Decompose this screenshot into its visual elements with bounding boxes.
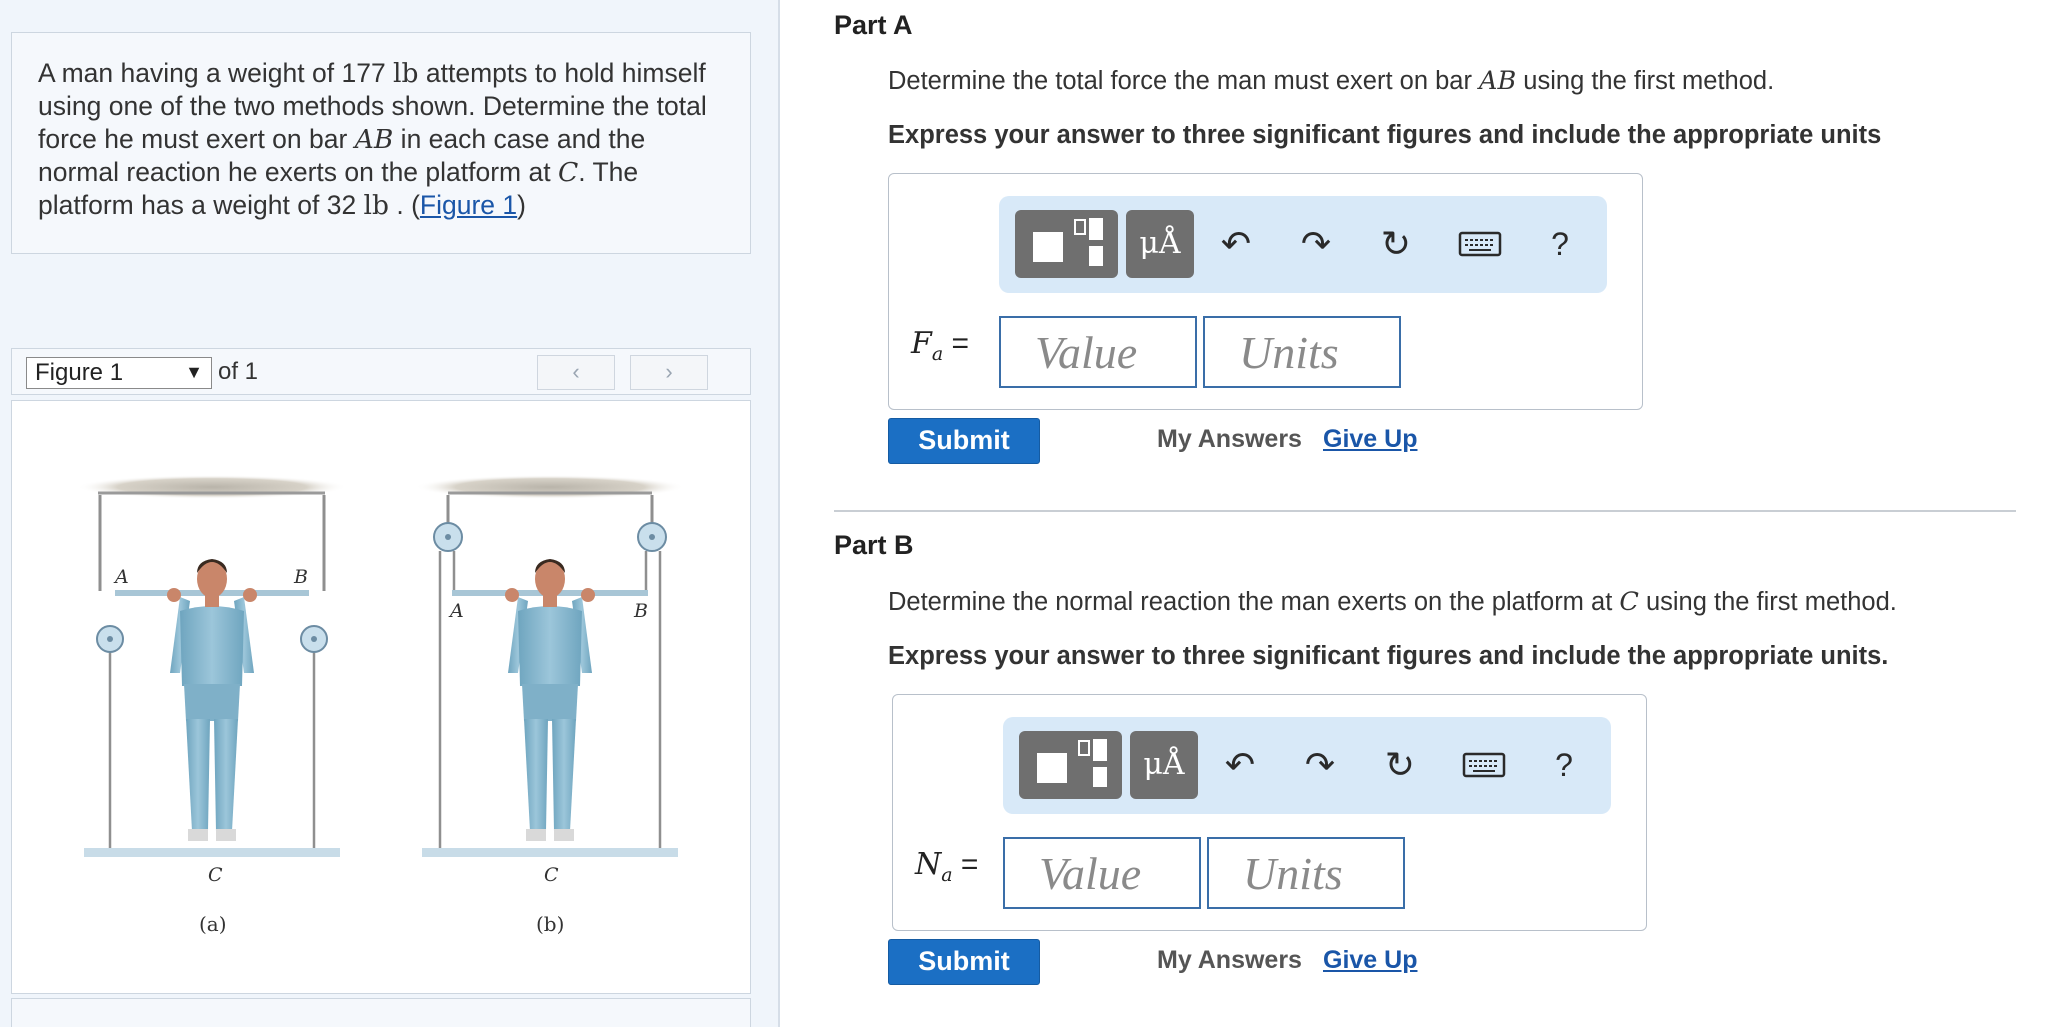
platform-b (422, 848, 678, 857)
pulley-right-b (637, 522, 667, 552)
part-a-title: Part A (834, 10, 913, 40)
problem-text-part: ) (517, 190, 526, 220)
part-a-my-answers-link[interactable]: My Answers (1157, 425, 1302, 454)
label-c: C (208, 864, 223, 886)
problem-statement-box: A man having a weight of 177 lb attempts… (11, 32, 751, 254)
part-a-question: Determine the total force the man must e… (888, 66, 1774, 96)
label-b: B (293, 566, 308, 588)
variable-subscript: a (941, 864, 953, 886)
unit-lb: lb (363, 190, 389, 221)
figure-select-value: Figure 1 (35, 359, 124, 386)
reset-icon[interactable]: ↻ (1375, 739, 1425, 791)
chevron-left-icon: ‹ (572, 359, 580, 384)
part-a-answer-box: μÅ ↶ ↷ ↻ ? Fa = (888, 173, 1643, 410)
keyboard-button[interactable] (1455, 218, 1505, 270)
pulley-right-a (300, 625, 328, 653)
ceiling-a (77, 475, 347, 499)
value-input[interactable] (999, 316, 1197, 388)
templates-button[interactable] (1015, 210, 1118, 278)
figure-illustration: A B C (a) A B C (b) (77, 475, 685, 936)
templates-icon (1037, 739, 1107, 787)
bar-ab-symbol: AB (354, 124, 394, 155)
value-input[interactable] (1003, 837, 1201, 909)
left-column: A man having a weight of 177 lb attempts… (0, 0, 780, 1027)
caption-b: (b) (536, 912, 564, 936)
part-a-submit-button[interactable]: Submit (888, 418, 1040, 464)
part-b-submit-button[interactable]: Submit (888, 939, 1040, 985)
templates-button[interactable] (1019, 731, 1122, 799)
keyboard-button[interactable] (1459, 739, 1509, 791)
variable-symbol: N (915, 847, 942, 882)
part-b-give-up-link[interactable]: Give Up (1323, 946, 1417, 975)
variable-symbol: F (911, 326, 932, 361)
variable-label-fa: Fa = (911, 326, 969, 365)
label-a: A (448, 600, 464, 622)
undo-icon[interactable]: ↶ (1215, 739, 1265, 791)
equals-sign: = (960, 848, 979, 881)
help-icon[interactable]: ? (1539, 739, 1589, 791)
ceiling-b (415, 475, 685, 499)
problem-text-part: . ( (389, 190, 420, 220)
pulley-left-b (433, 522, 463, 552)
part-divider (834, 510, 2016, 512)
keyboard-icon (1458, 231, 1502, 257)
variable-label-na: Na = (915, 847, 978, 886)
man-figure-a (167, 559, 257, 841)
question-text: Determine the normal reaction the man ex… (888, 588, 1620, 616)
part-b-instruction: Express your answer to three significant… (888, 642, 1889, 670)
variable-subscript: a (931, 343, 944, 365)
figure-b: A B C (b) (415, 475, 685, 936)
part-b-question: Determine the normal reaction the man ex… (888, 587, 1897, 617)
point-c-symbol: C (557, 157, 579, 188)
figure-a: A B C (a) (77, 475, 347, 936)
dropdown-arrow-icon: ▼ (185, 362, 203, 382)
platform-a (84, 848, 340, 857)
chevron-right-icon: › (665, 359, 673, 384)
caption-a: (a) (199, 912, 227, 936)
man-figure-b (505, 559, 595, 841)
part-a-give-up-link[interactable]: Give Up (1323, 425, 1417, 454)
problem-text-part: A man having a weight of 177 (38, 58, 394, 88)
equals-sign: = (951, 327, 970, 360)
figure-link[interactable]: Figure 1 (420, 190, 517, 220)
units-input[interactable] (1207, 837, 1405, 909)
templates-icon (1033, 218, 1103, 266)
part-a-instruction: Express your answer to three significant… (888, 121, 1882, 149)
figure-navigation-bar: Figure 1 ▼ of 1 ‹ › (11, 348, 751, 395)
question-text: using the first method. (1516, 67, 1775, 95)
question-text: Determine the total force the man must e… (888, 67, 1480, 95)
math-toolbar: μÅ ↶ ↷ ↻ ? (999, 196, 1607, 293)
figure-footer-strip (11, 998, 751, 1027)
units-button[interactable]: μÅ (1130, 731, 1198, 799)
next-figure-button[interactable]: › (630, 355, 708, 390)
undo-icon[interactable]: ↶ (1211, 218, 1261, 270)
keyboard-icon (1462, 752, 1506, 778)
figure-select[interactable]: Figure 1 ▼ (26, 357, 212, 389)
help-icon[interactable]: ? (1535, 218, 1585, 270)
part-b-title: Part B (834, 530, 914, 560)
figure-panel: A B C (a) A B C (b) (11, 400, 751, 994)
part-b-my-answers-link[interactable]: My Answers (1157, 946, 1302, 975)
unit-lb: lb (393, 58, 419, 89)
redo-icon[interactable]: ↷ (1291, 218, 1341, 270)
figure-count: of 1 (218, 358, 259, 385)
bar-ab-symbol: AB (1479, 66, 1517, 96)
units-input[interactable] (1203, 316, 1401, 388)
label-b: B (633, 600, 648, 622)
pulley-left-a (96, 625, 124, 653)
previous-figure-button[interactable]: ‹ (537, 355, 615, 390)
math-toolbar: μÅ ↶ ↷ ↻ ? (1003, 717, 1611, 814)
label-c: C (544, 864, 559, 886)
question-text: using the first method. (1638, 588, 1897, 616)
problem-text: A man having a weight of 177 lb attempts… (38, 57, 724, 222)
units-button[interactable]: μÅ (1126, 210, 1194, 278)
point-c-symbol: C (1619, 587, 1639, 617)
label-a: A (113, 566, 129, 588)
part-b-answer-box: μÅ ↶ ↷ ↻ ? Na = (892, 694, 1647, 931)
reset-icon[interactable]: ↻ (1371, 218, 1421, 270)
redo-icon[interactable]: ↷ (1295, 739, 1345, 791)
